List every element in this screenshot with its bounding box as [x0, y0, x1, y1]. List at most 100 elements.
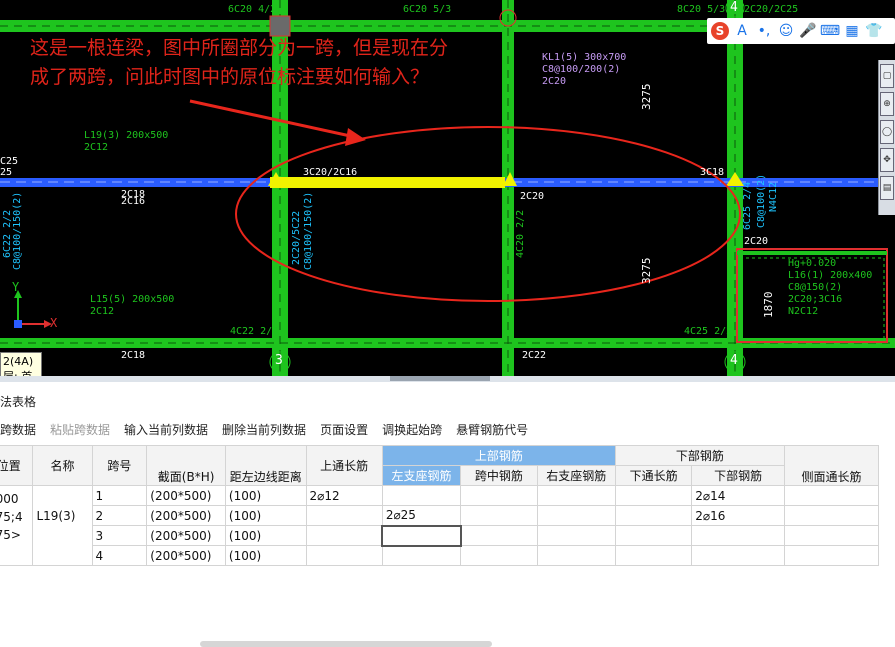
keyboard-icon[interactable]: ⌨ — [820, 22, 840, 40]
mid-span-cell[interactable] — [460, 525, 538, 546]
col-header-bottom-rebar[interactable]: 下部钢筋 — [691, 465, 785, 486]
ime-toolbar[interactable]: S A •, ☺ 🎤 ⌨ ▦ 👕 — [707, 18, 895, 44]
left-support-cell[interactable]: 2⌀25 — [381, 505, 462, 526]
bottom-through-cell[interactable] — [614, 545, 693, 566]
table-row[interactable]: 3 (200*500) (100) — [0, 524, 880, 547]
left-support-cell[interactable] — [381, 545, 462, 566]
top-through-cell[interactable] — [305, 545, 383, 566]
position-cell[interactable]: 3000 275;4 275> — [0, 485, 34, 566]
bottom-through-cell[interactable] — [614, 485, 693, 506]
side-through-cell[interactable] — [783, 525, 880, 546]
grid-menu-icon[interactable]: ▦ — [843, 22, 861, 40]
edge-cell[interactable]: (100) — [224, 525, 307, 546]
side-through-cell[interactable] — [783, 485, 880, 506]
left-support-cell[interactable] — [381, 485, 462, 506]
axis-y-label: Y — [12, 280, 20, 294]
bottom-through-cell[interactable] — [614, 505, 693, 526]
page-setup-button[interactable]: 页面设置 — [320, 421, 368, 439]
paste-span-data-button[interactable]: 粘贴跨数据 — [50, 421, 110, 439]
rebar-label: 2C16 — [121, 196, 146, 207]
bottom-rebar-cell[interactable] — [691, 545, 785, 566]
copy-span-data-button[interactable]: 跨数据 — [0, 421, 36, 439]
bottom-rebar-cell[interactable]: 2⌀14 — [691, 485, 785, 506]
rebar-label: 2C20 — [520, 191, 545, 202]
edge-cell[interactable]: (100) — [224, 545, 307, 566]
table-row[interactable]: 2 (200*500) (100) 2⌀25 2⌀16 — [0, 505, 880, 526]
orbit-icon[interactable]: ◯ — [880, 120, 894, 144]
col-header-left-support[interactable]: 左支座钢筋 — [381, 465, 462, 486]
mid-span-cell[interactable] — [460, 485, 538, 506]
rebar-label: 6C25 2/4 — [742, 181, 753, 230]
span-cell[interactable]: 1 — [91, 485, 148, 506]
section-cell[interactable]: (200*500) — [146, 545, 226, 566]
shirt-icon[interactable]: 👕 — [865, 22, 883, 40]
delete-column-data-button[interactable]: 删除当前列数据 — [222, 421, 306, 439]
rebar-label: C8@100/150(2) — [303, 191, 314, 270]
name-cell[interactable]: L19(3) — [32, 485, 93, 566]
col-header-edge-distance[interactable]: 距左边线距离 — [224, 445, 307, 486]
top-through-cell[interactable]: 2⌀12 — [305, 485, 383, 506]
horizontal-scrollbar[interactable] — [200, 641, 492, 647]
cantilever-code-button[interactable]: 悬臂钢筋代号 — [456, 421, 528, 439]
left-support-cell-active[interactable] — [381, 524, 462, 547]
col-header-mid-span[interactable]: 跨中钢筋 — [460, 465, 538, 486]
col-header-span[interactable]: 跨号 — [91, 445, 148, 486]
bottom-rebar-cell[interactable]: 2⌀16 — [691, 505, 785, 526]
rebar-label: C8@100/150(2) — [12, 191, 23, 270]
right-support-cell[interactable] — [536, 505, 616, 526]
emoji-icon[interactable]: ☺ — [777, 22, 795, 40]
rebar-label: 3C20/2C16 — [303, 167, 358, 178]
input-column-data-button[interactable]: 输入当前列数据 — [124, 421, 208, 439]
rebar-label: 4C25 2/2 — [684, 326, 733, 337]
top-through-cell[interactable] — [305, 525, 383, 546]
rebar-label: N4C12 — [768, 181, 779, 212]
bottom-through-cell[interactable] — [614, 525, 693, 546]
table-row[interactable]: 4 (200*500) (100) — [0, 545, 880, 566]
side-through-cell[interactable] — [783, 505, 880, 526]
span-cell[interactable]: 3 — [91, 525, 148, 546]
edge-cell[interactable]: (100) — [224, 485, 307, 506]
table-row[interactable]: 3000 275;4 275> L19(3) 1 (200*500) (100)… — [0, 485, 880, 566]
col-header-side-through[interactable]: 侧面通长筋 — [783, 445, 880, 486]
punctuation-icon[interactable]: •, — [755, 22, 773, 40]
col-group-top-rebar[interactable]: 上部钢筋 — [381, 445, 616, 466]
edge-cell[interactable]: (100) — [224, 505, 307, 526]
rebar-label: C8@100(2) — [756, 173, 767, 228]
view-box-icon[interactable]: ▢ — [880, 64, 894, 88]
top-through-cell[interactable] — [305, 505, 383, 526]
sogou-logo-icon[interactable]: S — [711, 22, 729, 40]
mid-span-cell[interactable] — [460, 545, 538, 566]
rebar-label: 6C20 5/3 — [403, 4, 452, 15]
dimension-label: 3275 — [640, 257, 653, 285]
swap-start-span-button[interactable]: 调换起始跨 — [382, 421, 442, 439]
pan-icon[interactable]: ✥ — [880, 148, 894, 172]
col-header-name[interactable]: 名称 — [32, 445, 93, 486]
rebar-label: 2C18 — [121, 350, 146, 361]
span-cell[interactable]: 4 — [91, 545, 148, 566]
right-support-cell[interactable] — [536, 485, 616, 506]
right-support-cell[interactable] — [536, 545, 616, 566]
layers-icon[interactable]: ▤ — [880, 176, 894, 200]
col-header-section[interactable]: 截面(B*H) — [146, 445, 226, 486]
bottom-rebar-cell[interactable] — [691, 525, 785, 546]
col-header-bottom-through[interactable]: 下通长筋 — [614, 465, 693, 486]
right-support-cell[interactable] — [536, 525, 616, 546]
span-cell[interactable]: 2 — [91, 505, 148, 526]
side-through-cell[interactable] — [783, 545, 880, 566]
section-cell[interactable]: (200*500) — [146, 505, 226, 526]
col-header-position[interactable]: 位置 — [0, 445, 34, 486]
cad-drawing-canvas[interactable]: 3 4 4 6C20 4/2 6C20 5/3 8C20 5/3 2C20/2C… — [0, 0, 895, 376]
microphone-icon[interactable]: 🎤 — [799, 22, 817, 40]
beam-l15-label: L15(5) 200x500 2C12 — [90, 294, 175, 317]
mid-span-cell[interactable] — [460, 505, 538, 526]
splitter-grip[interactable] — [390, 376, 490, 381]
grid-bubble-3: 3 — [275, 353, 283, 368]
section-cell[interactable]: (200*500) — [146, 485, 226, 506]
col-header-right-support[interactable]: 右支座钢筋 — [536, 465, 616, 486]
col-header-top-through[interactable]: 上通长筋 — [305, 445, 383, 486]
col-group-bottom-rebar[interactable]: 下部钢筋 — [614, 445, 785, 466]
font-icon[interactable]: A — [733, 22, 751, 40]
zoom-window-icon[interactable]: ⊕ — [880, 92, 894, 116]
section-cell[interactable]: (200*500) — [146, 525, 226, 546]
beam-l19-label: L19(3) 200x500 2C12 — [84, 130, 169, 153]
